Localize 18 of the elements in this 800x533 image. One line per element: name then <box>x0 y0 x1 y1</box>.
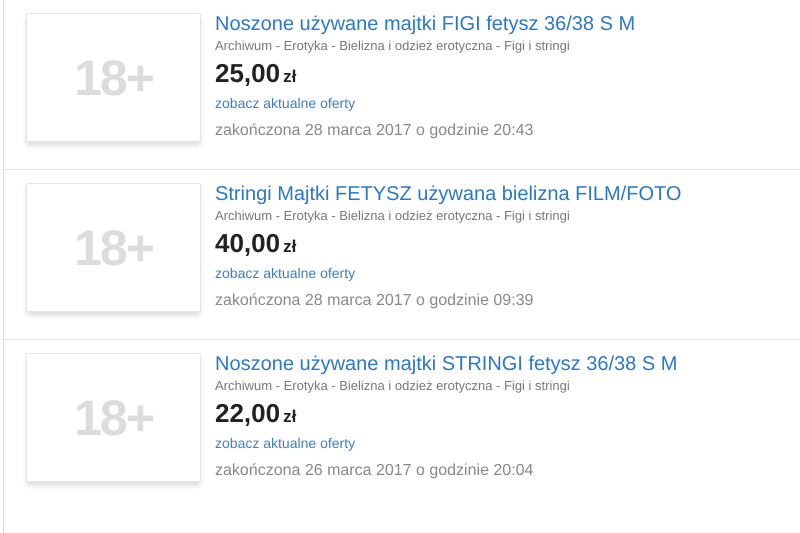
listing-title-link[interactable]: Stringi Majtki FETYSZ używana bielizna FILM/FOTO <box>215 181 682 207</box>
currency: zł <box>283 237 296 256</box>
currency: zł <box>283 67 296 86</box>
end-date: zakończona 26 marca 2017 o godzinie 20:04 <box>215 462 534 480</box>
current-offers-link[interactable]: zobacz aktualne oferty <box>215 263 356 283</box>
current-offers-link[interactable]: zobacz aktualne oferty <box>215 93 356 113</box>
currency: zł <box>283 407 296 426</box>
price: 22,00 <box>215 398 280 428</box>
price: 40,00 <box>215 228 280 258</box>
listing-title-link[interactable]: Noszone używane majtki FIGI fetysz 36/38 S M <box>215 11 636 37</box>
category-path: Archiwum - Erotyka - Bielizna i odzież erotyczna - Figi i stringi <box>215 377 570 395</box>
category-path: Archiwum - Erotyka - Bielizna i odzież erotyczna - Figi i stringi <box>215 207 570 225</box>
price: 25,00 <box>215 58 280 88</box>
current-offers-link[interactable]: zobacz aktualne oferty <box>215 433 356 453</box>
end-date: zakończona 28 marca 2017 o godzinie 09:39 <box>215 292 534 310</box>
category-path: Archiwum - Erotyka - Bielizna i odzież erotyczna - Figi i stringi <box>215 37 570 55</box>
end-date: zakończona 28 marca 2017 o godzinie 20:43 <box>215 122 534 140</box>
listing-title-link[interactable]: Noszone używane majtki STRINGI fetysz 36/38 S M <box>215 351 678 377</box>
